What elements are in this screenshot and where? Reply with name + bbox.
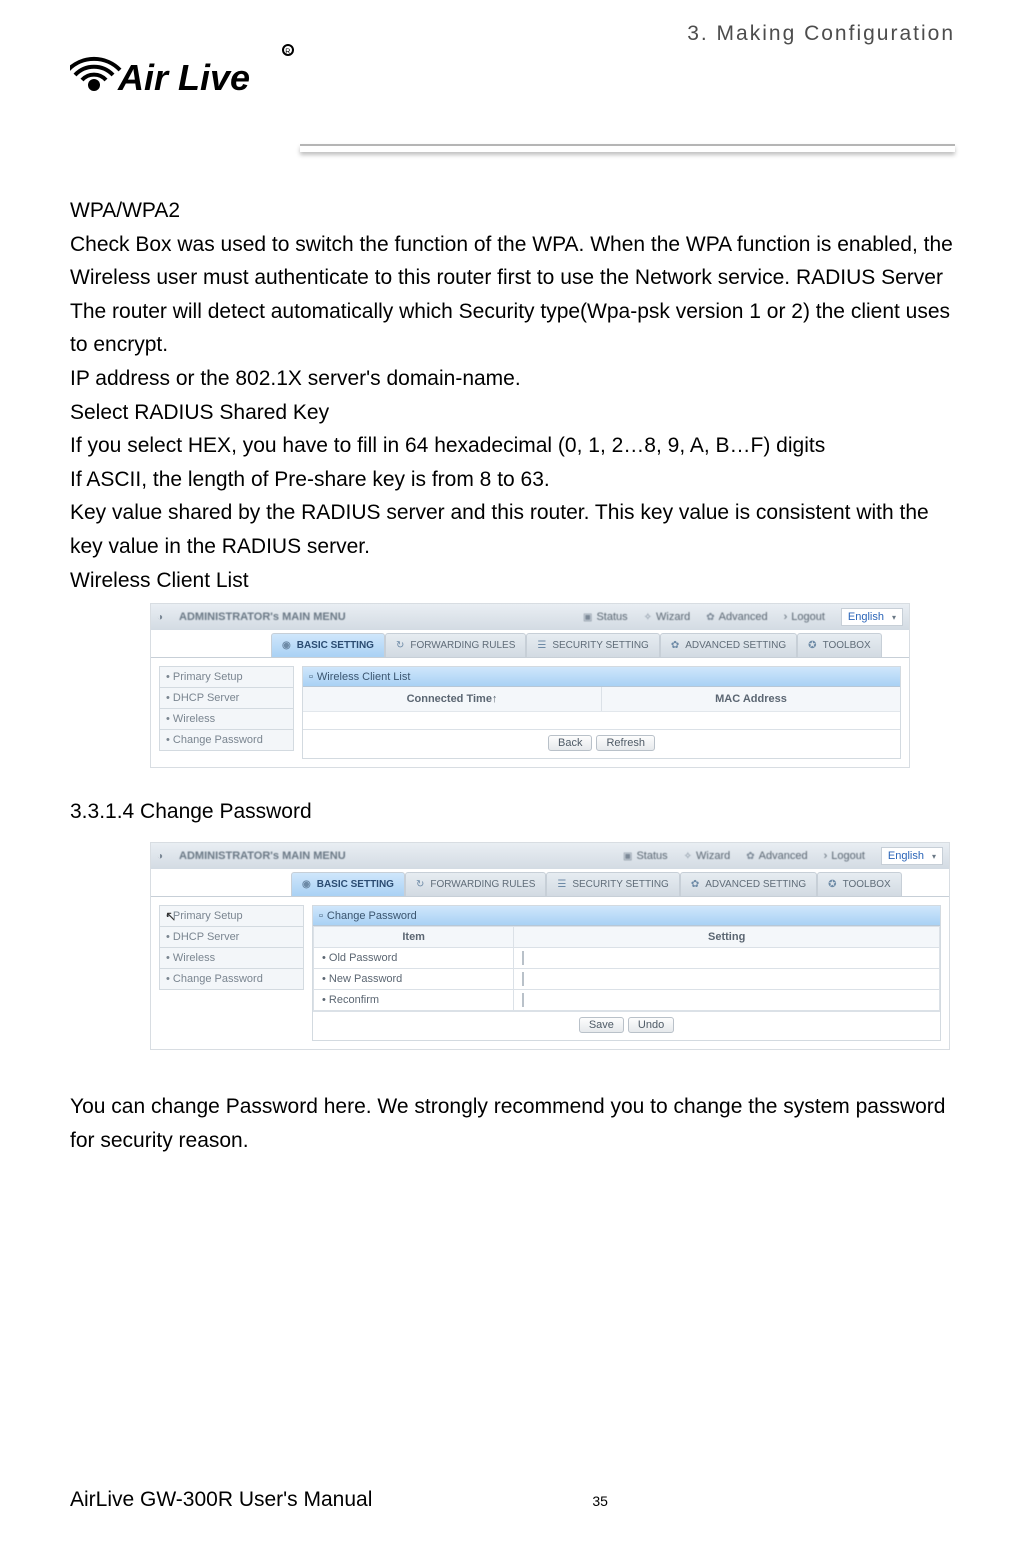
tab-forwarding-rules[interactable]: ↻FORWARDING RULES [405,872,546,896]
tab-security-setting[interactable]: ☰SECURITY SETTING [526,633,659,657]
tab-toolbox[interactable]: ✪TOOLBOX [797,633,882,657]
wpa-title: WPA/WPA2 [70,194,955,228]
wpa-p6: If ASCII, the length of Pre-share key is… [70,463,955,497]
sidebar: • Primary Setup • DHCP Server • Wireless… [159,666,294,759]
wpa-p3: IP address or the 802.1X server's domain… [70,362,955,396]
undo-button[interactable]: Undo [628,1017,674,1033]
sidebar-item-wireless[interactable]: • Wireless [159,708,294,730]
tab-row: ◉BASIC SETTING ↻FORWARDING RULES ☰SECURI… [151,630,909,658]
tab-row: ◉BASIC SETTING ↻FORWARDING RULES ☰SECURI… [151,869,949,897]
row-old-password: • Old Password [314,948,940,969]
advanced-icon: ✿ [706,612,714,623]
client-list-empty-row [303,711,900,729]
chevron-down-icon: ▾ [892,613,896,622]
section-change-password: 3.3.1.4 Change Password [70,800,955,824]
sidebar-item-change-password[interactable]: • Change Password [159,729,294,751]
sidebar: • Primary Setup • DHCP Server • Wireless… [159,905,304,1041]
col-mac-address[interactable]: MAC Address [602,687,900,711]
sidebar-item-wireless[interactable]: • Wireless [159,947,304,969]
forwarding-icon: ↻ [416,879,424,890]
row-new-password: • New Password [314,969,940,990]
nav-wizard[interactable]: ✧Wizard [684,850,731,862]
tab-advanced-setting[interactable]: ✿ADVANCED SETTING [680,872,817,896]
sidebar-item-dhcp-server[interactable]: • DHCP Server [159,687,294,709]
wpa-p4: Select RADIUS Shared Key [70,396,955,430]
language-select[interactable]: English▾ [881,847,943,865]
reconfirm-password-input[interactable] [522,993,524,1007]
tab-forwarding-rules[interactable]: ↻FORWARDING RULES [385,633,526,657]
security-icon: ☰ [557,879,566,890]
menu-icon: ◑ [157,612,163,623]
advanced-setting-icon: ✿ [671,640,679,651]
back-button[interactable]: Back [548,735,592,751]
panel-title-bar: ▫Change Password [313,906,940,926]
wpa-p5: If you select HEX, you have to fill in 6… [70,429,955,463]
content-pane: ▫Wireless Client List Connected Time↑ MA… [302,666,901,759]
chapter-heading: 3. Making Configuration [687,22,955,46]
tab-security-setting[interactable]: ☰SECURITY SETTING [546,872,679,896]
nav-logout[interactable]: ›Logout [824,850,865,862]
tab-toolbox[interactable]: ✪TOOLBOX [817,872,902,896]
status-icon: ▣ [583,612,592,623]
save-button[interactable]: Save [579,1017,624,1033]
wpa-p7: Key value shared by the RADIUS server an… [70,496,955,563]
security-icon: ☰ [537,640,546,651]
nav-advanced[interactable]: ✿Advanced [746,850,807,862]
wpa-p1: Check Box was used to switch the functio… [70,228,955,295]
nav-advanced[interactable]: ✿Advanced [706,611,767,623]
basic-icon: ◉ [282,640,291,651]
basic-icon: ◉ [302,879,311,890]
sidebar-item-dhcp-server[interactable]: • DHCP Server [159,926,304,948]
tab-basic-setting[interactable]: ◉BASIC SETTING [271,633,385,657]
sidebar-item-primary-setup[interactable]: • Primary Setup [159,666,294,688]
svg-text:R: R [285,49,290,56]
th-setting: Setting [514,927,940,948]
wizard-icon: ✧ [684,851,692,862]
closing-text: You can change Password here. We strongl… [70,1090,955,1157]
change-password-table: Item Setting • Old Password • New Passwo… [313,926,940,1011]
nav-logout[interactable]: ›Logout [784,611,825,623]
old-password-input[interactable] [522,951,524,965]
wpa-p8: Wireless Client List [70,564,955,598]
menu-icon: ◑ [157,851,163,862]
client-list-header: Connected Time↑ MAC Address [303,687,900,711]
status-icon: ▣ [623,851,632,862]
advanced-icon: ✿ [746,851,754,862]
cursor-icon: ↖ [165,908,177,925]
admin-main-menu: ◑ ADMINISTRATOR's MAIN MENU ▣Status ✧Wiz… [151,604,909,630]
wpa-p2: The router will detect automatically whi… [70,295,955,362]
row-reconfirm: • Reconfirm [314,990,940,1011]
tab-advanced-setting[interactable]: ✿ADVANCED SETTING [660,633,797,657]
wizard-icon: ✧ [644,612,652,623]
page-number: 35 [592,1493,608,1509]
content-pane: ▫Change Password Item Setting • Old Pass… [312,905,941,1041]
nav-status[interactable]: ▣Status [623,850,668,862]
screenshot-change-password: ◑ ADMINISTRATOR's MAIN MENU ▣Status ✧Wiz… [150,842,950,1050]
refresh-button[interactable]: Refresh [596,735,655,751]
tab-basic-setting[interactable]: ◉BASIC SETTING [291,872,405,896]
language-select[interactable]: English▾ [841,608,903,626]
panel-title-bar: ▫Wireless Client List [303,667,900,687]
main-menu-title: ADMINISTRATOR's MAIN MENU [179,611,346,623]
nav-wizard[interactable]: ✧Wizard [644,611,691,623]
forwarding-icon: ↻ [396,640,404,651]
advanced-setting-icon: ✿ [691,879,699,890]
sidebar-item-primary-setup[interactable]: • Primary Setup [159,905,304,927]
sidebar-item-change-password[interactable]: • Change Password [159,968,304,990]
toolbox-icon: ✪ [808,640,816,651]
page-footer: AirLive GW-300R User's Manual 35 [70,1488,955,1512]
manual-title: AirLive GW-300R User's Manual [70,1488,372,1512]
screenshot-wireless-client-list: ◑ ADMINISTRATOR's MAIN MENU ▣Status ✧Wiz… [150,603,910,768]
chevron-down-icon: ▾ [932,852,936,861]
new-password-input[interactable] [522,972,524,986]
svg-text:Air Live: Air Live [117,57,250,98]
header-rule [300,144,955,152]
th-item: Item [314,927,514,948]
toolbox-icon: ✪ [828,879,836,890]
nav-status[interactable]: ▣Status [583,611,628,623]
brand-logo: Air Live R [70,30,300,108]
admin-main-menu: ◑ ADMINISTRATOR's MAIN MENU ▣Status ✧Wiz… [151,843,949,869]
col-connected-time[interactable]: Connected Time↑ [303,687,602,711]
main-menu-title: ADMINISTRATOR's MAIN MENU [179,850,346,862]
